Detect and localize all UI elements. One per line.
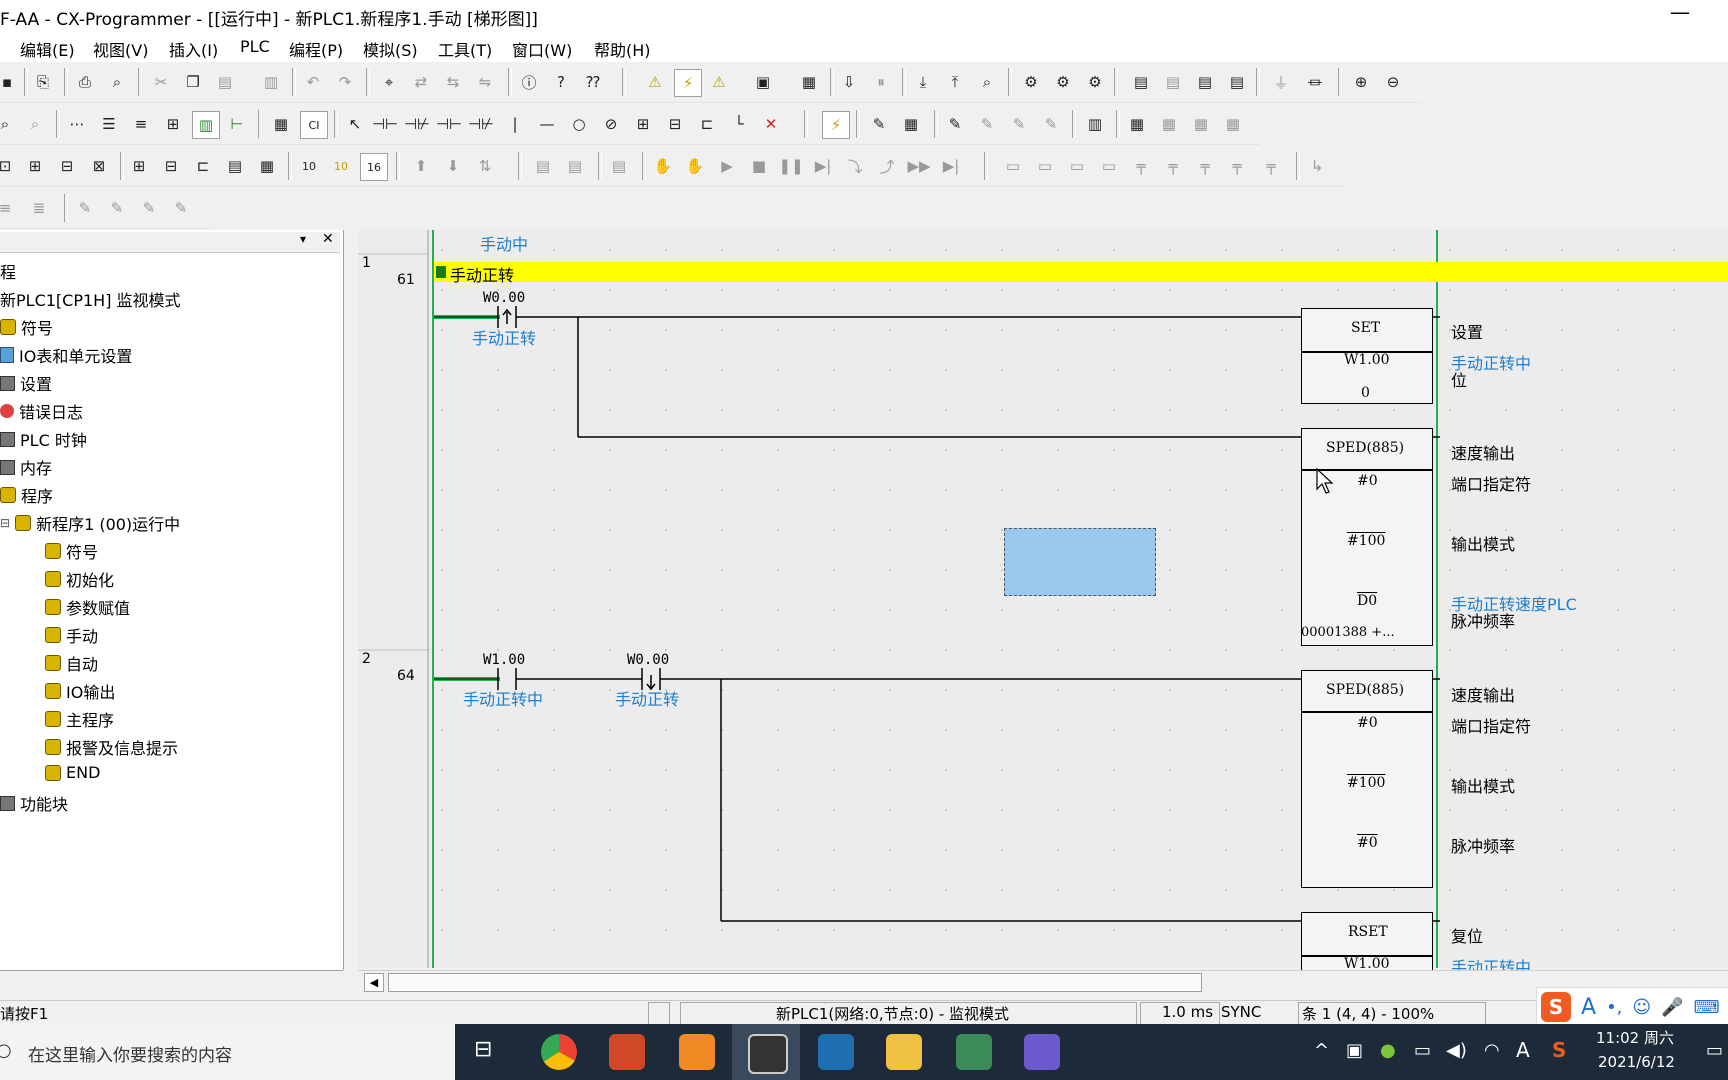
sped-desc: 速度输出 — [1451, 444, 1516, 463]
ime-toolbar[interactable]: S A •, ☺ 🎤 ⌨ — [1536, 987, 1728, 1027]
search-placeholder: 在这里输入你要搜索的内容 — [28, 1046, 232, 1066]
rung-number: 2 — [362, 651, 371, 667]
contact-comment: 手动正转中 — [463, 690, 544, 709]
status-bar: 请按F1 新PLC1(网络:0,节点:0) - 监视模式 1.0 ms SYNC… — [0, 987, 1728, 1027]
status-sync: SYNC — [1221, 1003, 1262, 1021]
sped-op3: D0 — [1357, 593, 1378, 609]
status-cell — [648, 1002, 670, 1025]
contact-address: W0.00 — [627, 652, 670, 668]
powerpoint-icon[interactable] — [609, 1034, 645, 1070]
app-icon[interactable] — [1024, 1034, 1060, 1070]
chrome-icon[interactable] — [541, 1034, 577, 1070]
set-value: 0 — [1361, 385, 1370, 401]
folder-icon[interactable] — [886, 1034, 922, 1070]
horizontal-scrollbar[interactable]: ◀ — [358, 970, 1728, 993]
clock-time[interactable]: 11:02 周六 — [1596, 1027, 1674, 1048]
taskbar-search[interactable]: ○ 在这里输入你要搜索的内容 — [0, 1024, 455, 1080]
battery-icon[interactable]: ▭ — [1414, 1040, 1431, 1061]
set-operand: W1.00 — [1344, 352, 1390, 368]
sped-op1: #0 — [1357, 473, 1378, 489]
set-operand-desc: 位 — [1451, 371, 1468, 390]
keyboard-icon[interactable]: ⌨ — [1694, 997, 1720, 1018]
sped-op1-desc: 端口指定符 — [1451, 717, 1532, 736]
pdf-icon[interactable] — [679, 1034, 715, 1070]
status-network: 新PLC1(网络:0,节点:0) - 监视模式 — [776, 1005, 1010, 1023]
set-desc: 设置 — [1451, 323, 1484, 342]
ime-mode-label[interactable]: A — [1581, 995, 1596, 1020]
contact-comment: 手动正转 — [615, 690, 680, 709]
scrollbar-thumb[interactable] — [388, 973, 1202, 992]
remote-icon[interactable] — [818, 1034, 854, 1070]
search-icon: ○ — [0, 1040, 12, 1061]
divider — [1302, 711, 1432, 713]
rset-name: RSET — [1348, 924, 1388, 940]
mouse-cursor-icon — [1316, 468, 1334, 494]
sped-op2-desc: 输出模式 — [1451, 535, 1516, 554]
sidebar-bottom — [0, 970, 343, 993]
punctuation-icon[interactable]: •, — [1606, 997, 1622, 1018]
cx-programmer-icon[interactable] — [748, 1034, 788, 1074]
rset-desc: 复位 — [1451, 927, 1484, 946]
tray-icon[interactable]: ● — [1380, 1040, 1396, 1061]
volume-icon[interactable]: ◀) — [1446, 1040, 1467, 1061]
sped-op2: #100 — [1347, 533, 1386, 549]
wifi-icon[interactable]: ◠ — [1484, 1040, 1500, 1061]
sogou-tray-icon[interactable]: S — [1552, 1038, 1566, 1062]
contact-address: W1.00 — [483, 652, 526, 668]
sped-op3-value: 00001388 +... — [1301, 625, 1395, 640]
sped-op2-desc: 输出模式 — [1451, 777, 1516, 796]
tray-icon[interactable]: ▣ — [1346, 1040, 1363, 1061]
contact-comment: 手动正转 — [472, 329, 537, 348]
sogou-icon[interactable]: S — [1541, 992, 1571, 1022]
sped-op3-desc: 脉冲频率 — [1451, 837, 1516, 856]
set-name: SET — [1351, 320, 1381, 336]
status-position: 条 1 (4, 4) - 100% — [1302, 1005, 1435, 1023]
selection-rectangle[interactable] — [1004, 528, 1156, 596]
step-number: 64 — [397, 668, 415, 684]
status-cycle: 1.0 ms — [1162, 1003, 1214, 1021]
ime-indicator[interactable]: A — [1516, 1038, 1530, 1062]
sped-name: SPED(885) — [1326, 440, 1405, 456]
mic-icon[interactable]: 🎤 — [1661, 997, 1683, 1018]
scroll-left-icon[interactable]: ◀ — [364, 973, 384, 992]
status-help: 请按F1 — [0, 1005, 49, 1023]
app-icon[interactable] — [956, 1034, 992, 1070]
sped-op2: #100 — [1347, 775, 1386, 791]
sped-op1: #0 — [1357, 715, 1378, 731]
sped-op3: #0 — [1357, 835, 1378, 851]
sped-name: SPED(885) — [1326, 682, 1405, 698]
task-view-icon[interactable]: ⊟ — [474, 1037, 492, 1062]
sped-desc: 速度输出 — [1451, 686, 1516, 705]
sped-op1-desc: 端口指定符 — [1451, 475, 1532, 494]
emoji-icon[interactable]: ☺ — [1632, 997, 1651, 1018]
sped-op3-desc: 脉冲频率 — [1451, 612, 1516, 631]
clock-date[interactable]: 2021/6/12 — [1598, 1053, 1675, 1071]
tray-expand-icon[interactable]: ^ — [1314, 1040, 1329, 1061]
contact-address: W0.00 — [483, 290, 526, 306]
notification-icon[interactable]: ▭ — [1706, 1040, 1723, 1061]
